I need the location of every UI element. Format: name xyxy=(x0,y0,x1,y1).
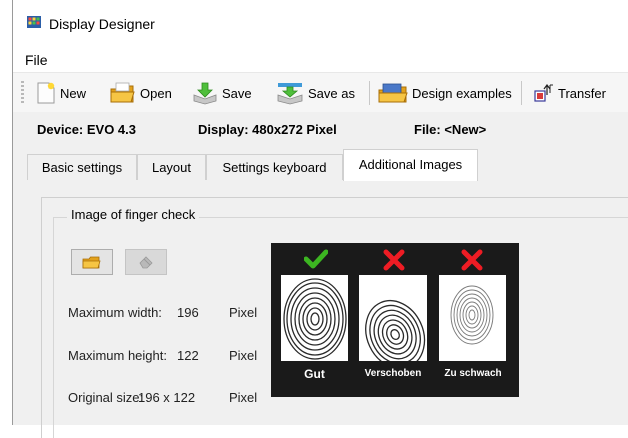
finger-check-preview: Gut Verschoben Zu schwach xyxy=(271,243,519,397)
tab-label: Layout xyxy=(151,160,192,175)
open-image-button[interactable] xyxy=(71,249,113,275)
open-folder-icon xyxy=(110,82,135,103)
open-button[interactable]: Open xyxy=(109,78,172,108)
original-size-label: Original size: xyxy=(68,390,144,405)
window-title: Display Designer xyxy=(49,16,155,32)
toolbar: New Open Save Save as Design examples Tr… xyxy=(13,72,628,114)
cross-icon xyxy=(461,249,483,271)
eraser-icon xyxy=(139,256,153,269)
fingerprint-icon xyxy=(450,285,494,345)
folder-icon xyxy=(82,256,101,269)
max-height-value: 122 xyxy=(177,348,199,363)
max-height-unit: Pixel xyxy=(229,348,258,363)
fingerprint-weak-image xyxy=(439,275,506,361)
check-icon xyxy=(304,249,328,269)
tab-label: Additional Images xyxy=(358,157,463,172)
fingerprint-icon xyxy=(365,300,426,370)
design-examples-button[interactable]: Design examples xyxy=(377,78,512,108)
save-as-button[interactable]: Save as xyxy=(275,78,355,108)
transfer-button-label: Transfer xyxy=(558,85,606,101)
display-info: Display: 480x272 Pixel xyxy=(198,122,337,137)
cross-icon xyxy=(383,249,405,271)
app-icon xyxy=(27,16,41,28)
fingerprint-icon xyxy=(283,278,347,360)
transfer-icon xyxy=(534,84,553,102)
device-info: Device: EVO 4.3 xyxy=(37,122,136,137)
original-size-value: 196 x 122 xyxy=(138,390,196,405)
tab-label: Settings keyboard xyxy=(222,160,327,175)
menu-file[interactable]: File xyxy=(25,52,48,68)
toolbar-separator xyxy=(521,81,522,105)
tab-bar: Basic settings Layout Settings keyboard … xyxy=(13,146,628,182)
tab-additional-images[interactable]: Additional Images xyxy=(343,149,478,182)
original-size-unit: Pixel xyxy=(229,390,258,405)
tab-settings-keyboard[interactable]: Settings keyboard xyxy=(206,154,343,180)
save-button-label: Save xyxy=(222,85,252,101)
toolbar-grip-icon[interactable] xyxy=(21,81,24,105)
tab-layout[interactable]: Layout xyxy=(137,154,206,180)
design-examples-icon xyxy=(378,83,408,103)
save-as-button-label: Save as xyxy=(308,85,355,101)
new-button-label: New xyxy=(60,85,87,101)
caption-shifted: Verschoben xyxy=(364,368,422,379)
max-height-label: Maximum height: xyxy=(68,348,167,363)
tab-content-panel: Image of finger check Maximum width: 196… xyxy=(13,181,628,438)
menu-bar: File xyxy=(13,44,628,72)
save-as-icon xyxy=(277,83,303,105)
design-examples-button-label: Design examples xyxy=(412,85,512,101)
device-info-bar: Device: EVO 4.3 Display: 480x272 Pixel F… xyxy=(13,112,628,146)
title-bar[interactable]: Display Designer xyxy=(13,0,628,44)
new-button[interactable]: New xyxy=(35,78,86,108)
group-title: Image of finger check xyxy=(67,207,200,222)
new-document-icon xyxy=(37,82,55,104)
max-width-value: 196 xyxy=(177,305,199,320)
max-width-label: Maximum width: xyxy=(68,305,162,320)
file-info: File: <New> xyxy=(414,122,487,137)
remove-image-button[interactable] xyxy=(125,249,167,275)
save-button[interactable]: Save xyxy=(191,78,252,108)
caption-good: Gut xyxy=(304,367,325,381)
transfer-button[interactable]: Transfer xyxy=(533,78,606,108)
tab-label: Basic settings xyxy=(41,160,123,175)
max-width-unit: Pixel xyxy=(229,305,258,320)
fingerprint-shifted-image xyxy=(359,275,427,370)
open-button-label: Open xyxy=(140,85,172,101)
caption-weak: Zu schwach xyxy=(444,368,502,379)
toolbar-separator xyxy=(369,81,370,105)
fingerprint-good-image xyxy=(281,275,348,361)
tab-basic-settings[interactable]: Basic settings xyxy=(27,154,137,180)
save-icon xyxy=(193,82,217,105)
